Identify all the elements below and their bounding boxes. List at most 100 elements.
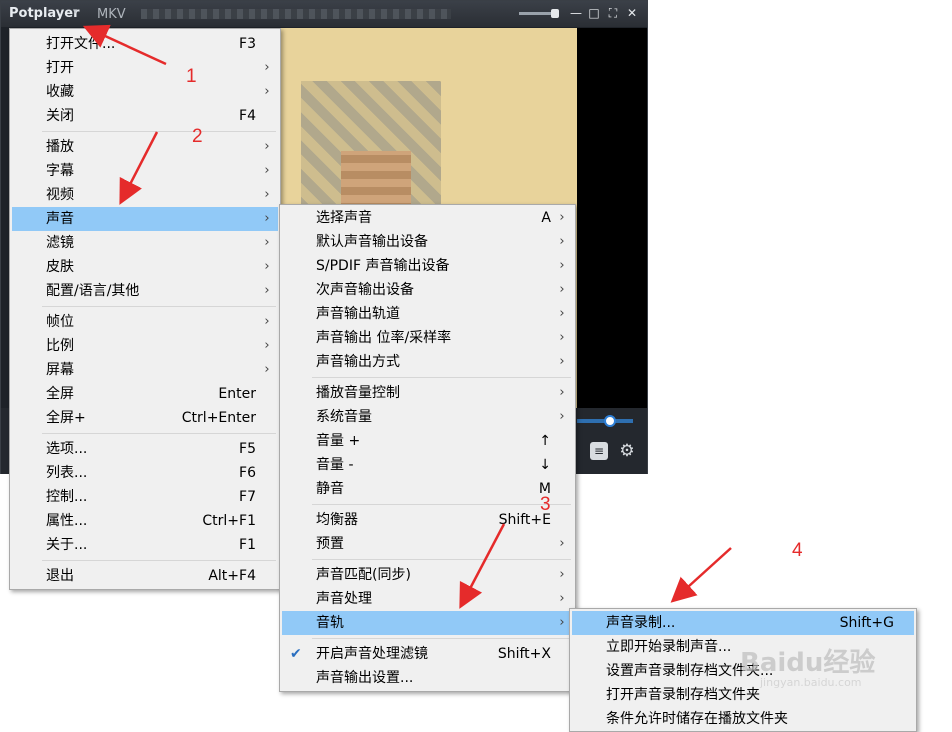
- menu-separator: [42, 306, 276, 307]
- menu-item-label: 声音输出设置...: [316, 670, 414, 686]
- chevron-right-icon: ›: [264, 211, 270, 226]
- menu-item[interactable]: 选择声音 A ›: [282, 206, 573, 230]
- menu-item[interactable]: 播放 ›: [12, 135, 278, 159]
- menu-item-shortcut: A: [541, 210, 551, 226]
- menu-item-label: 视频: [46, 187, 74, 203]
- menu-item[interactable]: 声音 ›: [12, 207, 278, 231]
- maximize-icon[interactable]: □: [587, 5, 601, 21]
- menu-item-shortcut: F3: [239, 36, 256, 52]
- list-icon[interactable]: ≡: [590, 442, 608, 460]
- menu-item-shortcut: Alt+F4: [208, 568, 256, 584]
- menu-item[interactable]: 预置 ›: [282, 532, 573, 556]
- menu-item[interactable]: 打开 ›: [12, 56, 278, 80]
- menu-item-label: 全屏: [46, 386, 74, 402]
- menu-item[interactable]: 均衡器 Shift+E: [282, 508, 573, 532]
- chevron-right-icon: ›: [559, 330, 565, 345]
- menu-item[interactable]: 声音输出设置...: [282, 666, 573, 690]
- menu-item-shortcut: F7: [239, 489, 256, 505]
- chevron-right-icon: ›: [264, 283, 270, 298]
- menu-item-label: 收藏: [46, 84, 74, 100]
- menu-item[interactable]: 打开声音录制存档文件夹: [572, 683, 914, 707]
- close-icon[interactable]: ✕: [625, 5, 639, 21]
- menu-item[interactable]: 关闭 F4: [12, 104, 278, 128]
- menu-item-shortcut: Shift+G: [839, 615, 894, 631]
- minimize-icon[interactable]: —: [569, 5, 583, 21]
- menu-item-label: 退出: [46, 568, 74, 584]
- menu-item[interactable]: ✔ 开启声音处理滤镜 Shift+X: [282, 642, 573, 666]
- gear-icon[interactable]: ⚙: [617, 441, 637, 461]
- menu-item[interactable]: 静音 M: [282, 477, 573, 501]
- menu-item-label: 系统音量: [316, 409, 372, 425]
- menu-item[interactable]: 音量 - ↓: [282, 453, 573, 477]
- menu-item[interactable]: 字幕 ›: [12, 159, 278, 183]
- app-menu-button[interactable]: Potplayer: [9, 6, 80, 21]
- menu-item[interactable]: 系统音量 ›: [282, 405, 573, 429]
- menu-item[interactable]: 全屏+ Ctrl+Enter: [12, 406, 278, 430]
- title-volume-knob[interactable]: [551, 9, 559, 18]
- menu-item-label: 静音: [316, 481, 344, 497]
- menu-item[interactable]: 比例 ›: [12, 334, 278, 358]
- chevron-right-icon: ›: [559, 615, 565, 630]
- chevron-right-icon: ›: [559, 591, 565, 606]
- watermark-logo: Baidu经验: [740, 648, 876, 678]
- chevron-right-icon: ›: [264, 314, 270, 329]
- menu-item-shortcut: F4: [239, 108, 256, 124]
- menu-item[interactable]: 控制... F7: [12, 485, 278, 509]
- menu-item-shortcut: F5: [239, 441, 256, 457]
- volume-slider-knob[interactable]: [604, 415, 616, 427]
- menu-item[interactable]: 选项... F5: [12, 437, 278, 461]
- menu-item[interactable]: 退出 Alt+F4: [12, 564, 278, 588]
- dropdown-caret-icon[interactable]: ▾: [73, 7, 78, 17]
- file-format-label: MKV: [97, 7, 126, 22]
- blurred-face: [341, 151, 411, 211]
- menu-item-label: 帧位: [46, 314, 74, 330]
- menu-item[interactable]: 音量 + ↑: [282, 429, 573, 453]
- menu-item[interactable]: 全屏 Enter: [12, 382, 278, 406]
- menu-item[interactable]: 视频 ›: [12, 183, 278, 207]
- menu-item[interactable]: 声音输出轨道 ›: [282, 302, 573, 326]
- menu-item[interactable]: 音轨 ›: [282, 611, 573, 635]
- menu-item-shortcut: F6: [239, 465, 256, 481]
- chevron-right-icon: ›: [264, 235, 270, 250]
- menu-item[interactable]: 收藏 ›: [12, 80, 278, 104]
- menu-item-label: 预置: [316, 536, 344, 552]
- menu-item-label: 关于...: [46, 537, 88, 553]
- menu-item[interactable]: 声音匹配(同步) ›: [282, 563, 573, 587]
- menu-item-label: 默认声音输出设备: [316, 234, 428, 250]
- menu-item[interactable]: 属性... Ctrl+F1: [12, 509, 278, 533]
- menu-item[interactable]: 声音处理 ›: [282, 587, 573, 611]
- menu-item[interactable]: 条件允许时储存在播放文件夹: [572, 707, 914, 731]
- menu-item-label: 音量 -: [316, 457, 354, 473]
- menu-item[interactable]: 滤镜 ›: [12, 231, 278, 255]
- menu-item[interactable]: 关于... F1: [12, 533, 278, 557]
- menu-item[interactable]: 帧位 ›: [12, 310, 278, 334]
- menu-item-label: 音轨: [316, 615, 344, 631]
- chevron-right-icon: ›: [264, 84, 270, 99]
- chevron-right-icon: ›: [559, 354, 565, 369]
- menu-item[interactable]: 次声音输出设备 ›: [282, 278, 573, 302]
- video-letterbox: [577, 28, 647, 408]
- menu-item-label: 属性...: [46, 513, 88, 529]
- menu-item[interactable]: S/PDIF 声音输出设备 ›: [282, 254, 573, 278]
- annotation-number: 1: [186, 66, 197, 87]
- menu-item-label: 条件允许时储存在播放文件夹: [606, 711, 788, 727]
- menu-item[interactable]: 打开文件... F3: [12, 32, 278, 56]
- menu-item-label: 播放: [46, 139, 74, 155]
- menu-item-label: 控制...: [46, 489, 88, 505]
- menu-separator: [42, 433, 276, 434]
- menu-item[interactable]: 屏幕 ›: [12, 358, 278, 382]
- menu-item[interactable]: 列表... F6: [12, 461, 278, 485]
- menu-item[interactable]: 声音输出方式 ›: [282, 350, 573, 374]
- menu-item[interactable]: 播放音量控制 ›: [282, 381, 573, 405]
- menu-item[interactable]: 默认声音输出设备 ›: [282, 230, 573, 254]
- menu-item-label: 声音处理: [316, 591, 372, 607]
- menu-item-label: 打开: [46, 60, 74, 76]
- menu-separator: [42, 131, 276, 132]
- menu-item[interactable]: 声音输出 位率/采样率 ›: [282, 326, 573, 350]
- menu-item[interactable]: 声音录制... Shift+G: [572, 611, 914, 635]
- chevron-right-icon: ›: [264, 338, 270, 353]
- fullscreen-icon[interactable]: ⛶: [606, 5, 620, 21]
- annotation-number: 4: [792, 540, 803, 561]
- menu-item[interactable]: 皮肤 ›: [12, 255, 278, 279]
- menu-item[interactable]: 配置/语言/其他 ›: [12, 279, 278, 303]
